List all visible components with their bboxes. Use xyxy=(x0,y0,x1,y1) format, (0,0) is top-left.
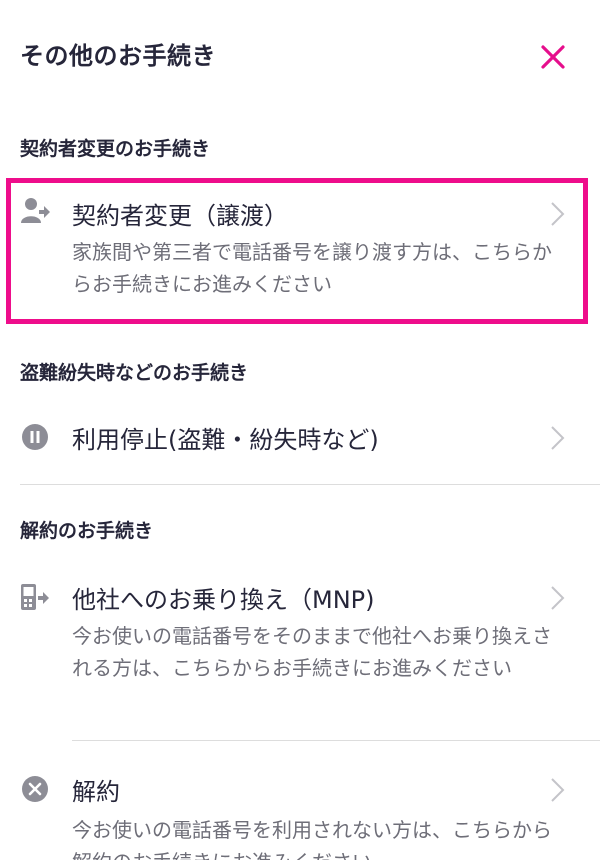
section-heading-theft-loss: 盗難紛失時などのお手続き xyxy=(20,362,249,384)
menu-item-description: 今お使いの電話番号を利用されない方は、こちらから解約のお手続きにお進みください xyxy=(72,818,552,860)
chevron-right-icon xyxy=(548,200,568,228)
menu-item-label: 他社へのお乗り換え（MNP) xyxy=(72,586,375,614)
item-divider xyxy=(72,740,600,741)
menu-item-label: 解約 xyxy=(72,778,120,806)
menu-item-description: 今お使いの電話番号をそのままで他社へお乗り換えされる方は、こちらからお手続きにお… xyxy=(72,624,552,680)
section-heading-contract-change: 契約者変更のお手続き xyxy=(20,138,211,160)
pause-circle-icon xyxy=(20,422,50,452)
person-transfer-icon xyxy=(20,196,50,226)
menu-item-mnp-transfer[interactable]: 他社へのお乗り換え（MNP) 今お使いの電話番号をそのままで他社へお乗り換えされ… xyxy=(0,568,600,718)
page-title: その他のお手続き xyxy=(20,42,216,70)
section-heading-cancellation: 解約のお手続き xyxy=(20,520,154,542)
panel-header: その他のお手続き xyxy=(0,0,600,110)
menu-item-description: 家族間や第三者で電話番号を譲り渡す方は、こちらからお手続きにお進みください xyxy=(72,240,552,296)
close-button[interactable] xyxy=(536,40,570,74)
chevron-right-icon xyxy=(548,776,568,804)
chevron-right-icon xyxy=(548,424,568,452)
phone-transfer-icon xyxy=(20,582,50,612)
menu-item-label: 利用停止(盗難・紛失時など) xyxy=(72,426,379,454)
menu-item-cancel-contract[interactable]: 解約 今お使いの電話番号を利用されない方は、こちらから解約のお手続きにお進みくだ… xyxy=(0,760,600,860)
menu-item-label: 契約者変更（譲渡） xyxy=(72,202,288,230)
menu-item-suspend-service[interactable]: 利用停止(盗難・紛失時など) xyxy=(0,408,600,468)
procedures-panel: その他のお手続き 契約者変更のお手続き 契約者変更（譲渡） 家族間や第三者で電話… xyxy=(0,0,600,860)
section-divider xyxy=(20,484,600,485)
x-circle-icon xyxy=(20,774,50,804)
menu-item-contract-transfer[interactable]: 契約者変更（譲渡） 家族間や第三者で電話番号を譲り渡す方は、こちらからお手続きに… xyxy=(0,182,600,320)
chevron-right-icon xyxy=(548,584,568,612)
close-icon xyxy=(541,45,565,69)
